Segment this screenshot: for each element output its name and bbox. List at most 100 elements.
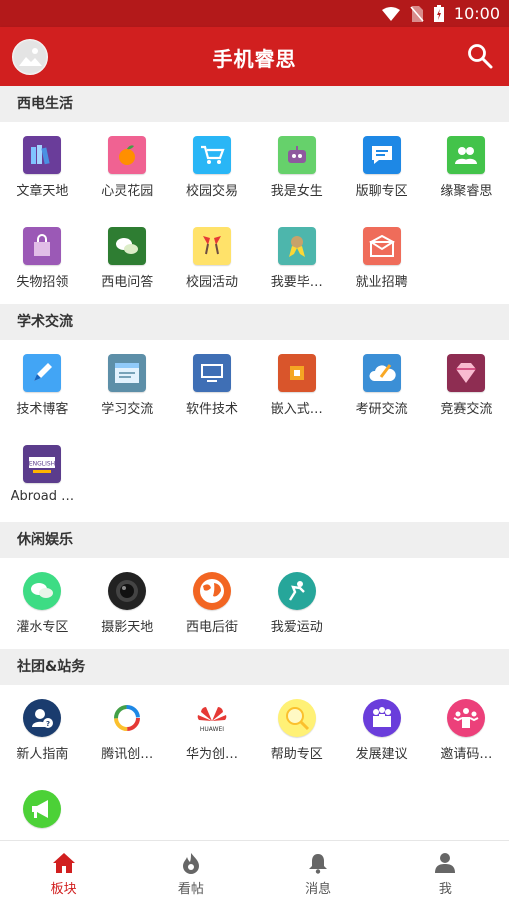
board-item-label: 文章天地 (16, 184, 69, 199)
status-time: 10:00 (453, 4, 500, 23)
section-header: 学术交流 (0, 304, 509, 340)
bell-icon (309, 854, 328, 874)
board-item[interactable]: 我是女生 (254, 122, 339, 213)
board-item[interactable]: ENGLISH Abroad … (0, 431, 85, 522)
board-item[interactable]: 软件技术 (170, 340, 255, 431)
wifi-icon (381, 6, 400, 21)
board-item[interactable]: 邀请码… (424, 685, 509, 776)
board-item[interactable]: 嵌入式… (254, 340, 339, 431)
board-item[interactable]: 就业招聘 (339, 213, 424, 304)
cheers-icon (192, 227, 231, 265)
no-sim-icon (410, 5, 424, 22)
board-item-label: 邀请码… (440, 747, 493, 762)
chip-icon (277, 354, 316, 392)
huawei-icon: HUAWEI (192, 699, 231, 737)
board-item-label: 软件技术 (185, 402, 238, 417)
board-item-label: 摄影天地 (101, 620, 154, 635)
nav-board[interactable]: 板块 (0, 841, 127, 905)
board-item[interactable]: 缘聚睿思 (424, 122, 509, 213)
board-item[interactable]: 心灵花园 (85, 122, 170, 213)
home-icon (52, 853, 75, 873)
section-grid: 技术博客 学习交流 软件技术 嵌入式… 考研交流 竞赛交流 ENGLISH Abroad … (0, 340, 509, 522)
board-item-label: 我是女生 (270, 184, 323, 199)
board-item-label: 华为创… (185, 747, 238, 762)
board-item-label: 校园交易 (185, 184, 238, 199)
board-item-label: 我爱运动 (270, 620, 323, 635)
section-header: 西电生活 (0, 86, 509, 122)
section-grid: 灌水专区 摄影天地 西电后街 我爱运动 (0, 558, 509, 649)
nav-label: 我 (438, 882, 452, 897)
board-item-label: 版聊专区 (355, 184, 408, 199)
status-bar: 10:00 (0, 0, 509, 27)
lens-icon (108, 572, 147, 610)
person-icon (435, 853, 456, 873)
board-item[interactable]: 腾讯创… (85, 685, 170, 776)
board-item[interactable]: 西电问答 (85, 213, 170, 304)
board-item[interactable]: 校园活动 (170, 213, 255, 304)
board-item[interactable]: 西电后街 (170, 558, 255, 649)
board-item[interactable]: 学习交流 (85, 340, 170, 431)
section-grid: 文章天地 心灵花园 校园交易 我是女生 版聊专区 缘聚睿思失物招领 西电问答 校园活动 我要毕…… (0, 122, 509, 304)
board-item[interactable]: 技术博客 (0, 340, 85, 431)
board-item[interactable]: 竞赛交流 (424, 340, 509, 431)
nav-me[interactable]: 我 (382, 841, 509, 905)
board-item-label: 就业招聘 (355, 275, 408, 290)
megaphone-icon (23, 790, 62, 828)
nav-label: 消息 (305, 882, 332, 897)
cloud-icon (362, 354, 401, 392)
board-item[interactable]: 我要毕… (254, 213, 339, 304)
medal-icon (277, 227, 316, 265)
board-item-label: 失物招领 (16, 275, 69, 290)
bottom-navigation: 板块 看帖 消息 我 (0, 840, 509, 905)
invite-icon (447, 699, 486, 737)
board-item[interactable]: 帮助专区 (254, 685, 339, 776)
newbie-icon: ? (23, 699, 62, 737)
svg-text:?: ? (46, 720, 50, 728)
people-icon (447, 136, 486, 174)
nav-posts[interactable]: 看帖 (127, 841, 254, 905)
board-item-label: 竞赛交流 (440, 402, 493, 417)
svg-text:HUAWEI: HUAWEI (200, 726, 224, 733)
section-header: 休闲娱乐 (0, 522, 509, 558)
flame-icon (182, 853, 199, 874)
nav-messages[interactable]: 消息 (255, 841, 382, 905)
board-item-label: 缘聚睿思 (440, 184, 493, 199)
board-item-label: 技术博客 (16, 402, 69, 417)
team-icon (362, 699, 401, 737)
board-item[interactable]: 文章天地 (0, 122, 85, 213)
board-item-label: 西电后街 (185, 620, 238, 635)
board-item[interactable]: 我爱运动 (254, 558, 339, 649)
board-item[interactable]: 摄影天地 (85, 558, 170, 649)
board-item[interactable]: 发展建议 (339, 685, 424, 776)
globe-icon (192, 572, 231, 610)
battery-charging-icon (433, 5, 444, 22)
board-item[interactable]: 失物招领 (0, 213, 85, 304)
diamond-icon (447, 354, 486, 392)
search-icon[interactable] (467, 43, 493, 69)
sport-icon (277, 572, 316, 610)
board-item[interactable]: 版聊专区 (339, 122, 424, 213)
board-item[interactable]: 灌水专区 (0, 558, 85, 649)
tencent-icon (108, 699, 147, 737)
english-icon: ENGLISH (23, 445, 62, 483)
board-item[interactable]: 考研交流 (339, 340, 424, 431)
board-item[interactable]: HUAWEI 华为创… (170, 685, 255, 776)
app-bar: 手机睿思 (0, 27, 509, 86)
nav-label: 板块 (50, 882, 77, 897)
board-item[interactable]: ? 新人指南 (0, 685, 85, 776)
board-item-label: 发展建议 (355, 747, 408, 762)
board-item-label: 新人指南 (16, 747, 69, 762)
board-item-label: 灌水专区 (16, 620, 69, 635)
board-item[interactable]: 校园交易 (170, 122, 255, 213)
board-item-label: 我要毕… (270, 275, 323, 290)
bag-icon (23, 227, 62, 265)
fruit-icon (108, 136, 147, 174)
board-item-label: 校园活动 (185, 275, 238, 290)
board-item-label: 学习交流 (101, 402, 154, 417)
board-list: 西电生活 文章天地 心灵花园 校园交易 我是女生 版聊专区 缘聚睿思失物招领 西电问答 校园活… (0, 86, 509, 867)
wechat-icon (108, 227, 147, 265)
books-icon (23, 136, 62, 174)
magnifier-icon (277, 699, 316, 737)
page-title: 手机睿思 (212, 47, 297, 71)
chat-icon (362, 136, 401, 174)
